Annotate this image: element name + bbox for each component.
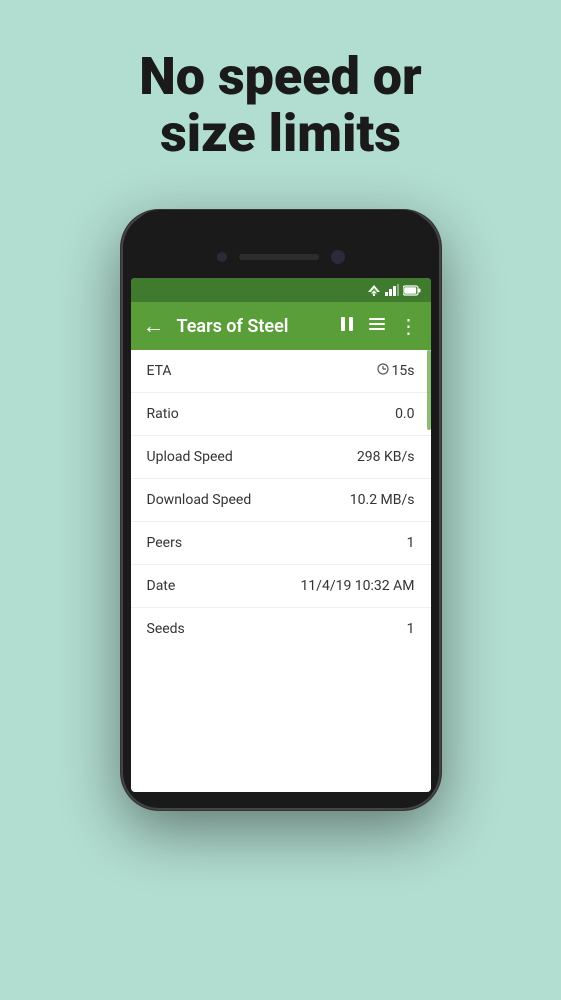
back-button[interactable]: ← xyxy=(143,313,165,339)
detail-label: Date xyxy=(147,578,176,594)
pause-button[interactable] xyxy=(339,316,355,337)
detail-row: Ratio 0.0 xyxy=(131,393,431,436)
detail-label: ETA xyxy=(147,363,172,379)
camera-area xyxy=(217,250,345,264)
detail-row: Upload Speed 298 KB/s xyxy=(131,436,431,479)
detail-label: Ratio xyxy=(147,406,179,422)
status-icons xyxy=(367,284,421,296)
detail-value: 11/4/19 10:32 AM xyxy=(300,578,414,594)
detail-value: 298 KB/s xyxy=(357,449,415,465)
detail-row: ETA 15s xyxy=(131,350,431,393)
wifi-icon xyxy=(367,284,381,296)
detail-value: 10.2 MB/s xyxy=(350,492,415,508)
detail-label: Seeds xyxy=(147,621,185,637)
detail-value-text: 0.0 xyxy=(395,406,414,422)
toolbar-title: Tears of Steel xyxy=(177,316,331,337)
signal-icon xyxy=(385,284,399,296)
detail-value-text: 1 xyxy=(407,535,415,551)
detail-value: 15s xyxy=(377,363,415,379)
detail-label: Peers xyxy=(147,535,183,551)
detail-label: Download Speed xyxy=(147,492,252,508)
app-toolbar: ← Tears of Steel xyxy=(131,302,431,350)
detail-row: Date 11/4/19 10:32 AM xyxy=(131,565,431,608)
phone-screen: ← Tears of Steel xyxy=(131,278,431,792)
page-headline: No speed or size limits xyxy=(99,48,461,162)
phone-mockup: ← Tears of Steel xyxy=(121,210,441,810)
speaker-bar xyxy=(239,254,319,260)
detail-value: 1 xyxy=(407,535,415,551)
detail-label: Upload Speed xyxy=(147,449,233,465)
more-button[interactable]: ⋮ xyxy=(399,316,419,336)
detail-row: Peers 1 xyxy=(131,522,431,565)
camera-dot-left xyxy=(217,252,227,262)
phone-body: ← Tears of Steel xyxy=(121,210,441,810)
detail-list: ETA 15s Ratio 0.0 Upload Speed 298 KB/s Downlo… xyxy=(131,350,431,650)
phone-top-bar xyxy=(131,210,431,278)
toolbar-actions: ⋮ xyxy=(339,316,419,337)
detail-value-text: 11/4/19 10:32 AM xyxy=(300,578,414,594)
detail-row: Download Speed 10.2 MB/s xyxy=(131,479,431,522)
detail-value-text: 1 xyxy=(407,621,415,637)
detail-value-text: 15s xyxy=(392,363,415,379)
battery-icon xyxy=(403,285,421,296)
status-bar xyxy=(131,278,431,302)
clock-icon xyxy=(377,363,389,379)
detail-row: Seeds 1 xyxy=(131,608,431,650)
list-button[interactable] xyxy=(369,316,385,337)
detail-value-text: 10.2 MB/s xyxy=(350,492,415,508)
camera-dot-right xyxy=(331,250,345,264)
detail-value-text: 298 KB/s xyxy=(357,449,415,465)
detail-value: 0.0 xyxy=(395,406,414,422)
scroll-indicator xyxy=(427,350,431,430)
detail-value: 1 xyxy=(407,621,415,637)
